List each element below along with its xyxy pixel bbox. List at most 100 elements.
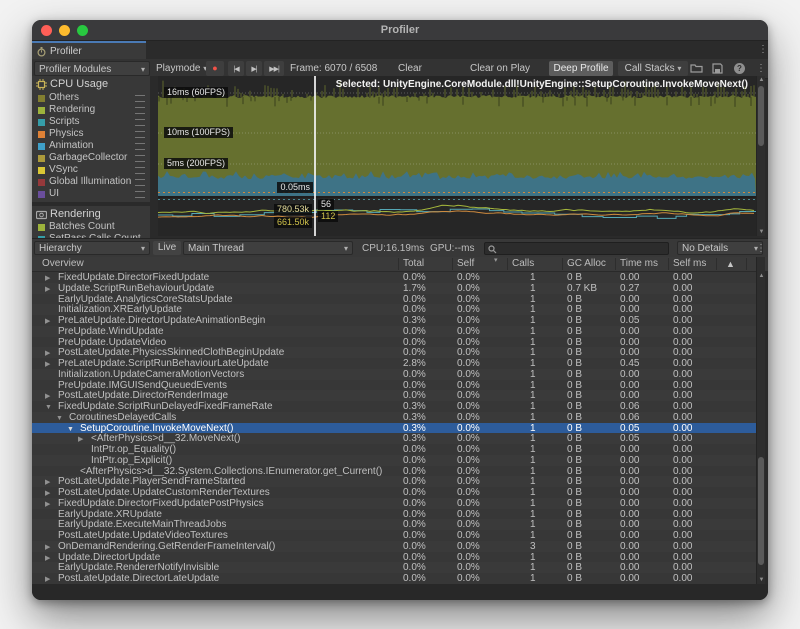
drag-handle-icon[interactable]	[135, 179, 145, 186]
column-overview[interactable]: Overview	[42, 257, 84, 271]
warning-column-icon[interactable]: ▲	[726, 257, 735, 271]
gc-alloc-cell: 0 B	[567, 369, 582, 380]
help-icon[interactable]: ?	[734, 63, 745, 74]
drag-handle-icon[interactable]	[135, 167, 145, 174]
table-row[interactable]: ▶OnDemandRendering.GetRenderFrameInterva…	[32, 541, 756, 552]
legend-item[interactable]: Others	[32, 92, 150, 104]
table-row[interactable]: ▶FixedUpdate.DirectorFixedUpdatePostPhys…	[32, 498, 756, 509]
self-cell: 0.0%	[457, 272, 480, 283]
clear-button[interactable]: Clear	[398, 61, 422, 76]
toolbar-menu-icon[interactable]: ⋮	[756, 63, 766, 75]
module-title[interactable]: CPU Usage	[50, 78, 108, 90]
legend-item[interactable]: Physics	[32, 128, 150, 140]
table-row[interactable]: ▼CoroutinesDelayedCalls0.3%0.0%10 B0.060…	[32, 412, 756, 423]
column-self[interactable]: Self	[457, 257, 474, 271]
legend-item[interactable]: UI	[32, 188, 150, 200]
drag-handle-icon[interactable]	[135, 155, 145, 162]
tab-overflow-menu-icon[interactable]: ⋮	[758, 44, 768, 56]
table-scrollbar[interactable]: ▲ ▼	[756, 257, 765, 584]
deep-profile-toggle[interactable]: Deep Profile	[549, 61, 613, 76]
rendering-chart[interactable]	[158, 198, 756, 236]
table-row[interactable]: EarlyUpdate.RendererNotifyInvisible0.0%0…	[32, 562, 756, 573]
table-row[interactable]: EarlyUpdate.ExecuteMainThreadJobs0.0%0.0…	[32, 519, 756, 530]
profiler-modules-dropdown[interactable]: Profiler Modules ▾	[34, 61, 150, 76]
table-row[interactable]: ▶PostLateUpdate.PhysicsSkinnedClothBegin…	[32, 347, 756, 358]
table-row[interactable]: ▶<AfterPhysics>d__32.MoveNext()0.3%0.0%1…	[32, 433, 756, 444]
table-row[interactable]: IntPtr.op_Equality()0.0%0.0%10 B0.000.00	[32, 444, 756, 455]
calls-cell: 1	[530, 347, 536, 358]
column-calls[interactable]: Calls	[512, 257, 534, 271]
legend-item[interactable]: GarbageCollector	[32, 152, 150, 164]
legend-item[interactable]: VSync	[32, 164, 150, 176]
table-row[interactable]: PostLateUpdate.UpdateVideoTextures0.0%0.…	[32, 530, 756, 541]
titlebar[interactable]: Profiler	[32, 20, 768, 41]
chart-scrollbar[interactable]: ▲ ▼	[756, 76, 765, 236]
legend-item[interactable]: Animation	[32, 140, 150, 152]
table-scrollbar-thumb[interactable]	[758, 457, 764, 565]
legend-item[interactable]: Rendering	[32, 104, 150, 116]
clear-on-play-toggle[interactable]: Clear on Play	[470, 61, 530, 76]
total-cell: 1.7%	[403, 283, 426, 294]
gc-alloc-cell: 0 B	[567, 326, 582, 337]
table-row[interactable]: ▶PreLateUpdate.DirectorUpdateAnimationBe…	[32, 315, 756, 326]
details-dropdown[interactable]: No Details ▾	[677, 241, 763, 255]
gc-alloc-cell: 0.7 KB	[567, 283, 597, 294]
table-row[interactable]: ▶PreLateUpdate.ScriptRunBehaviourLateUpd…	[32, 358, 756, 369]
record-button[interactable]: ●	[206, 61, 224, 76]
column-total[interactable]: Total	[403, 257, 424, 271]
drag-handle-icon[interactable]	[135, 95, 145, 102]
chevron-down-icon: ▾	[677, 64, 681, 73]
drag-handle-icon[interactable]	[135, 131, 145, 138]
table-row[interactable]: ▶PostLateUpdate.DirectorRenderImage0.0%0…	[32, 390, 756, 401]
previous-frame-button[interactable]: |◀	[228, 61, 244, 76]
legend-label: VSync	[49, 164, 78, 176]
legend-item[interactable]: Global Illumination	[32, 176, 150, 188]
column-time-ms[interactable]: Time ms	[620, 257, 658, 271]
thread-dropdown[interactable]: Main Thread ▾	[183, 241, 353, 255]
drag-handle-icon[interactable]	[135, 143, 145, 150]
live-toggle[interactable]: Live	[153, 241, 181, 255]
scroll-up-icon[interactable]: ▲	[757, 273, 766, 279]
expand-arrow-icon[interactable]: ▶	[45, 574, 50, 584]
time-ms-cell: 0.00	[620, 530, 639, 541]
save-profile-icon[interactable]	[712, 63, 723, 74]
search-input[interactable]	[484, 242, 669, 255]
cpu-usage-chart[interactable]	[158, 76, 756, 196]
table-row[interactable]: ▼FixedUpdate.ScriptRunDelayedFixedFrameR…	[32, 401, 756, 412]
gc-alloc-cell: 0 B	[567, 455, 582, 466]
table-row[interactable]: Initialization.XREarlyUpdate0.0%0.0%10 B…	[32, 304, 756, 315]
next-frame-button[interactable]: ▶|	[246, 61, 262, 76]
drag-handle-icon[interactable]	[135, 191, 145, 198]
tab-profiler[interactable]: Profiler	[32, 41, 146, 59]
module-title[interactable]: Rendering	[50, 208, 101, 220]
hierarchy-menu-icon[interactable]: ⋮	[756, 243, 766, 255]
view-mode-dropdown[interactable]: Hierarchy ▾	[34, 241, 150, 255]
scroll-down-icon[interactable]: ▼	[757, 577, 766, 583]
table-row[interactable]: PreUpdate.WindUpdate0.0%0.0%10 B0.000.00	[32, 326, 756, 337]
table-row[interactable]: ▶PostLateUpdate.UpdateCustomRenderTextur…	[32, 487, 756, 498]
playmode-dropdown[interactable]: Playmode ▾	[156, 61, 207, 76]
legend-item[interactable]: Scripts	[32, 116, 150, 128]
scroll-up-icon[interactable]: ▲	[757, 77, 766, 83]
table-row[interactable]: Initialization.UpdateCameraMotionVectors…	[32, 369, 756, 380]
table-row[interactable]: IntPtr.op_Explicit()0.0%0.0%10 B0.000.00	[32, 455, 756, 466]
table-row[interactable]: ▶PostLateUpdate.PlayerSendFrameStarted0.…	[32, 476, 756, 487]
load-profile-icon[interactable]	[690, 63, 703, 74]
chart-scrollbar-thumb[interactable]	[758, 86, 764, 146]
scroll-down-icon[interactable]: ▼	[757, 229, 766, 235]
table-row[interactable]: ▶PostLateUpdate.DirectorLateUpdate0.0%0.…	[32, 573, 756, 584]
table-row[interactable]: ▶FixedUpdate.DirectorFixedUpdate0.0%0.0%…	[32, 272, 756, 283]
table-row[interactable]: ▶Update.ScriptRunBehaviourUpdate1.7%0.0%…	[32, 283, 756, 294]
gc-alloc-cell: 0 B	[567, 358, 582, 369]
time-ms-cell: 0.00	[620, 476, 639, 487]
current-frame-button[interactable]: ▶▶|	[264, 61, 284, 76]
selected-frame-line[interactable]	[314, 76, 316, 236]
drag-handle-icon[interactable]	[135, 119, 145, 126]
drag-handle-icon[interactable]	[135, 107, 145, 114]
call-stacks-dropdown[interactable]: Call Stacks ▾	[618, 61, 688, 76]
column-self-ms[interactable]: Self ms	[673, 257, 706, 271]
total-cell: 0.0%	[403, 530, 426, 541]
legend-item[interactable]: Batches Count	[32, 221, 150, 233]
self-ms-cell: 0.00	[673, 358, 692, 369]
column-gc-alloc[interactable]: GC Alloc	[567, 257, 606, 271]
